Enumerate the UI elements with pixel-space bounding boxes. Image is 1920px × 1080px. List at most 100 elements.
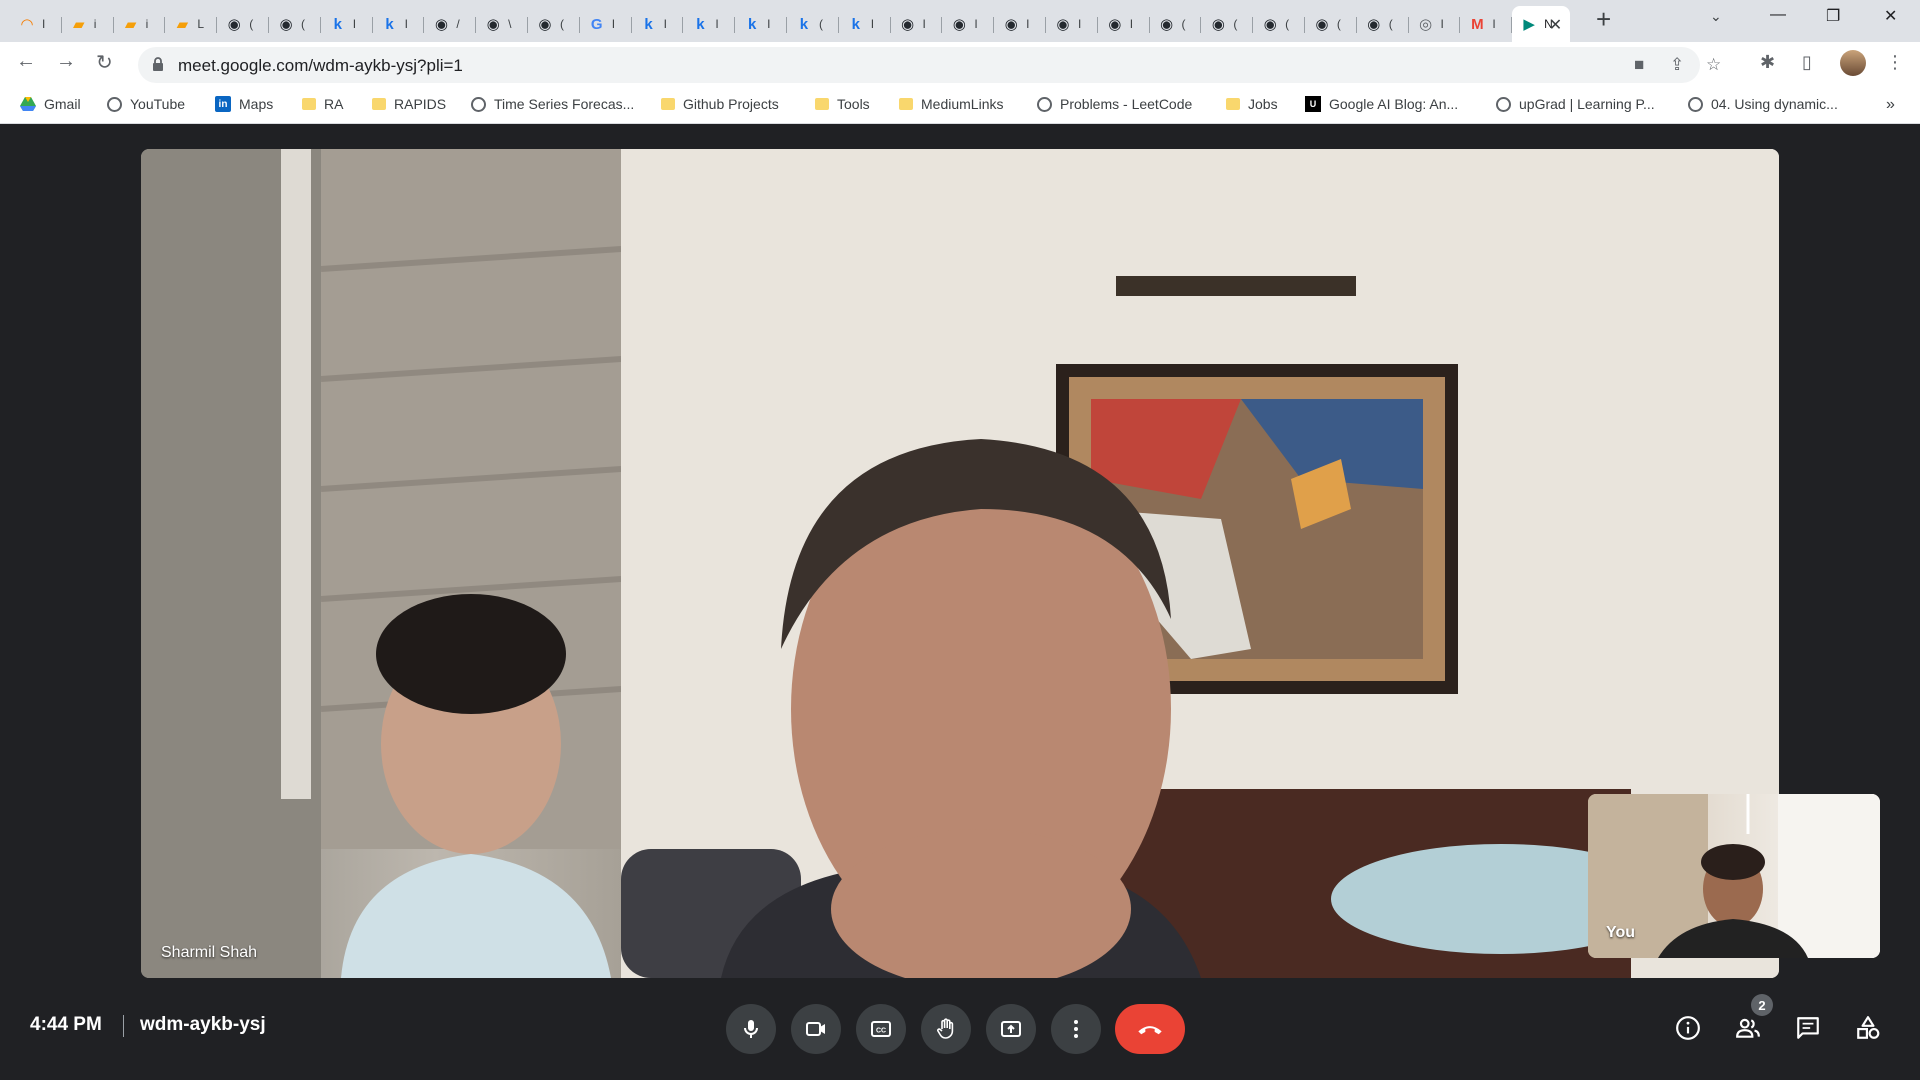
microphone-button[interactable] [726, 1004, 776, 1054]
raise-hand-button[interactable] [921, 1004, 971, 1054]
browser-tab[interactable]: kI [839, 9, 891, 39]
bookmark-item[interactable]: MediumLinks [899, 96, 1003, 112]
browser-tab[interactable]: ◠ I [10, 9, 62, 39]
bookmark-item[interactable]: RA [302, 96, 343, 112]
bookmark-star-icon[interactable]: ☆ [1706, 55, 1721, 75]
bookmark-item[interactable]: U Google AI Blog: An... [1305, 96, 1458, 112]
address-bar[interactable]: meet.google.com/wdm-aykb-ysj?pli=1 ■ ⇪ ☆ [138, 47, 1721, 83]
browser-tab[interactable]: ◉ I [891, 9, 943, 39]
restore-icon[interactable]: ❐ [1826, 6, 1840, 26]
github-icon: ◉ [279, 16, 293, 33]
self-view-tile[interactable]: You [1588, 794, 1880, 958]
browser-tab[interactable]: kI [321, 9, 373, 39]
bookmark-item[interactable]: Time Series Forecas... [471, 96, 634, 112]
chrome-icon: ◎ [1418, 16, 1433, 33]
minimize-icon[interactable]: — [1770, 6, 1786, 24]
bookmark-item[interactable]: Github Projects [661, 96, 779, 112]
extensions-icon[interactable]: ✱ [1760, 52, 1775, 73]
bookmark-item[interactable]: Jobs [1226, 96, 1278, 112]
folder-icon [661, 98, 675, 110]
browser-tab[interactable]: ◎ I [1409, 9, 1461, 39]
browser-tab[interactable]: ◉( [1357, 9, 1409, 39]
active-tab-meet[interactable]: ▶ N ✕ [1512, 6, 1571, 42]
k-icon: k [799, 15, 809, 33]
captions-button[interactable]: CC [856, 1004, 906, 1054]
people-button[interactable] [1733, 1013, 1763, 1043]
reload-icon[interactable]: ↻ [96, 50, 113, 75]
self-label: You [1606, 924, 1636, 941]
browser-tab[interactable]: ◉ \ [476, 9, 528, 39]
browser-tab[interactable]: ◉ / [424, 9, 476, 39]
browser-tab[interactable]: ◉ I [1046, 9, 1098, 39]
browser-tab[interactable]: k( [787, 9, 839, 39]
tab-title: I [870, 17, 875, 31]
github-icon: ◉ [1004, 16, 1018, 33]
info-icon [1676, 1016, 1700, 1040]
browser-tab[interactable]: kI [373, 9, 425, 39]
camera-icon[interactable]: ■ [1634, 55, 1644, 75]
activities-button[interactable] [1853, 1013, 1883, 1043]
main-participant-video: Sharmil Shah [141, 149, 1779, 978]
bookmark-item[interactable]: YouTube [107, 96, 185, 112]
browser-tab[interactable]: ◉( [1305, 9, 1357, 39]
side-panel-icon[interactable]: ▯ [1802, 52, 1812, 73]
tab-title: / [456, 17, 460, 31]
bookmark-label: upGrad | Learning P... [1519, 96, 1655, 112]
tab-title: I [1440, 17, 1444, 31]
browser-tab[interactable]: ◉( [217, 9, 269, 39]
browser-tab[interactable]: ◉( [1201, 9, 1253, 39]
bookmark-label: RAPIDS [394, 96, 447, 112]
bookmark-item[interactable]: in Maps [215, 96, 273, 112]
lock-icon [153, 57, 163, 71]
browser-tab[interactable]: ◉ I [942, 9, 994, 39]
forward-icon[interactable]: → [56, 50, 76, 73]
browser-tab[interactable]: ▰ L [165, 9, 217, 39]
bookmark-item[interactable]: 04. Using dynamic... [1688, 96, 1838, 112]
tab-title: I [974, 17, 978, 31]
folder-icon [815, 98, 829, 110]
browser-tab[interactable]: ▰ i [114, 9, 166, 39]
chat-button[interactable] [1793, 1013, 1823, 1043]
github-icon: ◉ [227, 16, 241, 33]
leave-call-button[interactable] [1115, 1004, 1185, 1054]
browser-tab[interactable]: kI [683, 9, 735, 39]
participant-name-tag: Sharmil Shah [161, 944, 258, 961]
browser-tab[interactable]: kI [735, 9, 787, 39]
bookmark-label: YouTube [130, 96, 186, 112]
browser-tab[interactable]: ▰ i [62, 9, 114, 39]
tab-close-icon[interactable]: ✕ [1549, 15, 1562, 35]
share-icon[interactable]: ⇪ [1670, 55, 1684, 75]
more-options-button[interactable] [1051, 1004, 1101, 1054]
bookmark-item[interactable]: upGrad | Learning P... [1496, 96, 1655, 112]
browser-tab[interactable]: ◉( [528, 9, 580, 39]
bookmark-item[interactable]: Problems - LeetCode [1037, 96, 1192, 112]
drive-icon [20, 96, 36, 112]
browser-tab[interactable]: ◉ I [994, 9, 1046, 39]
bookmark-item[interactable]: RAPIDS [372, 96, 446, 112]
globe-icon [1037, 96, 1052, 112]
browser-tab[interactable]: ◉ I [1098, 9, 1150, 39]
new-tab-button[interactable]: + [1596, 4, 1611, 35]
browser-tab[interactable]: ◉( [1150, 9, 1202, 39]
profile-avatar[interactable] [1840, 50, 1866, 76]
tab-title: I [42, 17, 46, 31]
bookmarks-overflow-icon[interactable]: » [1886, 96, 1895, 114]
browser-tab[interactable]: ◉( [1253, 9, 1305, 39]
browser-tab[interactable]: kI [632, 9, 684, 39]
tab-search-icon[interactable]: ⌄ [1710, 8, 1722, 25]
camera-button[interactable] [791, 1004, 841, 1054]
microphone-icon [744, 1020, 758, 1038]
close-window-icon[interactable]: ✕ [1884, 6, 1897, 26]
meet-icon: ▶ [1523, 16, 1535, 33]
bookmark-item[interactable]: Tools [815, 96, 870, 112]
menu-kebab-icon[interactable]: ⋮ [1886, 52, 1904, 73]
browser-tab[interactable]: GI [580, 9, 632, 39]
bookmark-item[interactable]: Gmail [20, 96, 81, 112]
bookmarks-bar: » Gmail YouTube in Maps RA RAPIDS Time Series … [0, 88, 1920, 124]
k-icon: k [696, 15, 705, 33]
back-icon[interactable]: ← [16, 50, 36, 73]
browser-tab[interactable]: ◉( [269, 9, 321, 39]
present-screen-button[interactable] [986, 1004, 1036, 1054]
browser-tab[interactable]: MI [1460, 9, 1512, 39]
meeting-details-button[interactable] [1673, 1013, 1703, 1043]
